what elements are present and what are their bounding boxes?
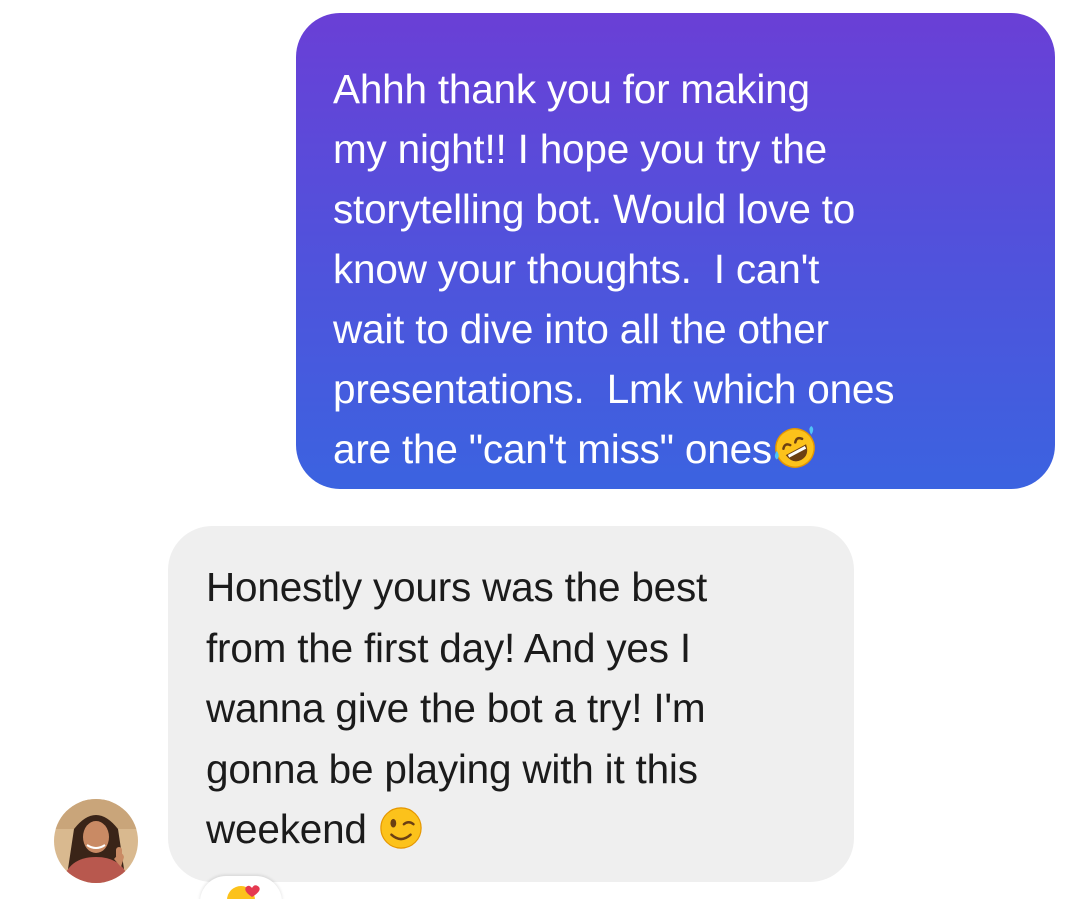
message-line: presentations. Lmk which ones	[333, 366, 895, 412]
heart-eyes-reaction-emoji	[227, 885, 260, 899]
message-line: wait to dive into all the other	[333, 306, 829, 352]
message-line: storytelling bot. Would love to	[333, 186, 856, 232]
rolling-on-floor-laughing-emoji	[774, 425, 815, 468]
received-message-bubble[interactable]: Honestly yours was the best from the fir…	[168, 526, 854, 882]
message-line: Honestly yours was the best	[206, 564, 708, 610]
contact-avatar[interactable]	[54, 799, 138, 883]
message-line: gonna be playing with it this	[206, 745, 698, 792]
message-line-text: weekend	[206, 806, 378, 852]
message-line: know your thoughts. I can't	[333, 246, 820, 292]
winking-face-emoji	[380, 807, 422, 849]
avatar-photo	[54, 799, 138, 883]
message-line-text: are the "can't miss" ones	[333, 426, 772, 472]
message-reaction[interactable]	[200, 876, 282, 899]
message-line: my night!! I hope you try the	[333, 126, 827, 172]
message-line: from the first day! And yes I	[206, 624, 691, 671]
message-line: Ahhh thank you for making	[333, 66, 810, 112]
message-line-last: weekend	[206, 799, 824, 860]
message-thread: Ahhh thank you for making my night!! I h…	[0, 0, 1080, 899]
message-line: wanna give the bot a try! I'm	[206, 685, 706, 731]
sent-message-bubble[interactable]: Ahhh thank you for making my night!! I h…	[296, 13, 1055, 489]
message-line-last: are the "can't miss" ones	[333, 419, 1025, 479]
